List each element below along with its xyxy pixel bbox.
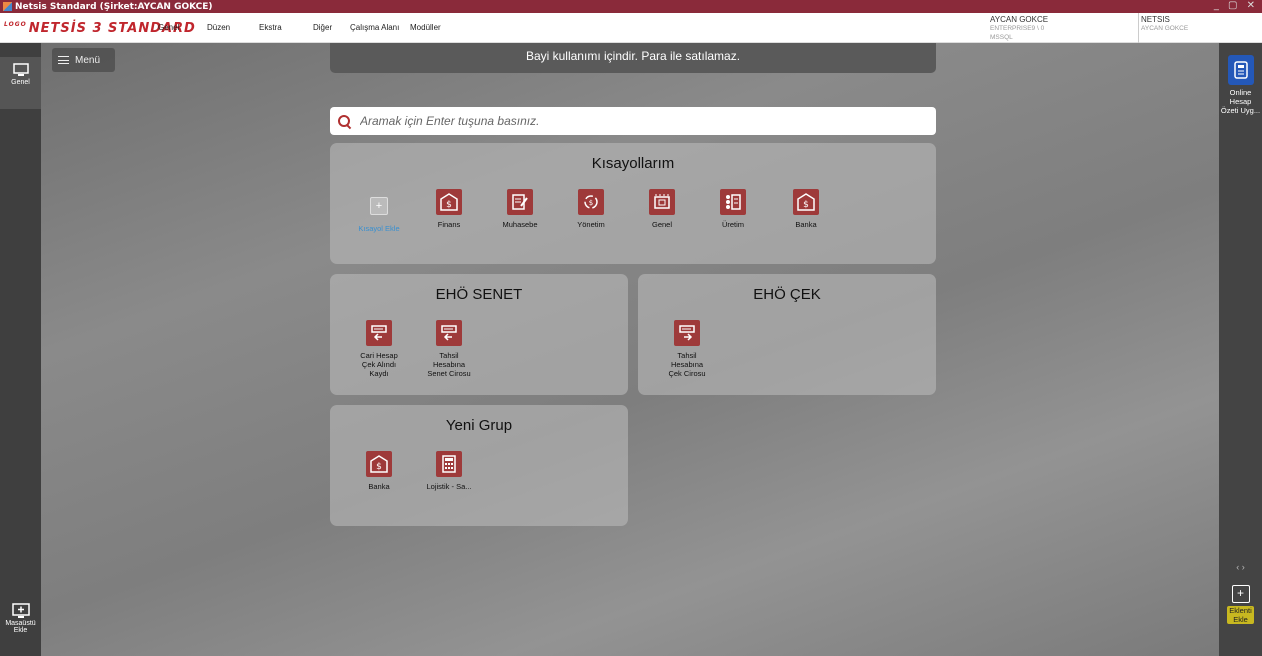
general-icon <box>649 189 675 215</box>
tile-banka-2[interactable]: $ Banka <box>349 451 409 491</box>
panel-cek-title: EHÖ ÇEK <box>753 286 821 303</box>
svg-text:$: $ <box>803 200 809 210</box>
window-title: Netsis Standard (Şirket:AYCAN GOKCE) <box>15 1 213 12</box>
dock-masaustu-label-2: Ekle <box>13 627 28 634</box>
accounting-icon <box>507 189 533 215</box>
main-workspace: Menü Bayi kullanımı içindir. Para ile sa… <box>41 43 1219 656</box>
database-name: ENTERPRISE9 \ 0 <box>990 25 1045 32</box>
dock-masaustu-ekle[interactable]: Masaüstü Ekle <box>0 603 41 653</box>
svg-text:$: $ <box>446 200 452 210</box>
cheque-icon <box>674 320 700 346</box>
menu-calisma-alani[interactable]: Çalışma Alanı <box>350 23 399 32</box>
tile-banka[interactable]: $ Banka <box>776 189 836 229</box>
search-input[interactable] <box>360 114 920 128</box>
title-bar: Netsis Standard (Şirket:AYCAN GOKCE) _ ▢… <box>0 0 1262 13</box>
management-icon: $ <box>578 189 604 215</box>
online-account-icon <box>1227 55 1254 85</box>
plus-icon: + <box>370 197 388 215</box>
license-banner: Bayi kullanımı içindir. Para ile satılam… <box>330 43 936 73</box>
menu-duzen[interactable]: Düzen <box>207 23 230 32</box>
right-dock: Online Hesap Özeti Uyg... ‹ › + Eklenti … <box>1219 43 1262 656</box>
bank-icon: $ <box>366 451 392 477</box>
menu-bar: LOGO NETSİS 3 STANDARD Genel Düzen Ekstra… <box>0 13 1262 43</box>
tile-lojistik[interactable]: Lojistik - Sa... <box>419 451 479 491</box>
panel-yeni-grup-title: Yeni Grup <box>445 417 513 434</box>
tile-genel[interactable]: Genel <box>632 189 692 229</box>
tile-tahsil-senet-cirosu[interactable]: Tahsil Hesabına Senet Cirosu <box>419 320 479 378</box>
panel-kisayollar: Kısayollarım + Kısayol Ekle $ Finans Muh… <box>330 143 936 264</box>
dock-eklenti-ekle[interactable]: + Eklenti Ekle <box>1219 585 1262 624</box>
search-icon <box>338 114 351 128</box>
menu-genel[interactable]: Genel <box>158 23 179 32</box>
dock-nav-arrows[interactable]: ‹ › <box>1219 563 1262 572</box>
user-info: AYCAN GOKCE ENTERPRISE9 \ 0 MSSQL <box>990 15 1048 42</box>
left-dock: Genel Masaüstü Ekle <box>0 43 41 656</box>
dock-online-hesap[interactable]: Online Hesap Özeti Uyg... <box>1219 55 1262 115</box>
server-type: MSSQL <box>990 34 1013 41</box>
search-bar[interactable] <box>330 107 936 135</box>
app-user: AYCAN GOKCE <box>1141 25 1189 32</box>
production-icon <box>720 189 746 215</box>
plus-icon: + <box>1231 585 1250 603</box>
panel-ehö-senet: EHÖ SENET Cari Hesap Çek Alındı Kaydı Ta… <box>330 274 628 395</box>
menu-button-label: Menü <box>75 54 101 66</box>
panel-senet-title: EHÖ SENET <box>435 286 523 303</box>
monitor-icon <box>12 63 29 76</box>
finance-icon: $ <box>436 189 462 215</box>
tile-muhasebe[interactable]: Muhasebe <box>490 189 550 229</box>
dock-genel-label: Genel <box>11 79 30 86</box>
add-desktop-icon <box>11 603 30 618</box>
tile-kisayol-ekle[interactable]: + Kısayol Ekle <box>349 193 409 233</box>
app-name: NETSIS <box>1141 15 1170 24</box>
window-controls[interactable]: _ ▢ ✕ <box>1214 0 1258 11</box>
menu-moduller[interactable]: Modüller <box>410 23 441 32</box>
menu-ekstra[interactable]: Ekstra <box>259 23 282 32</box>
svg-text:$: $ <box>376 462 382 472</box>
panel-kisayollar-title: Kısayollarım <box>591 155 675 172</box>
promissory-note-icon <box>436 320 462 346</box>
promissory-note-icon <box>366 320 392 346</box>
calculator-icon <box>436 451 462 477</box>
dock-genel[interactable]: Genel <box>0 57 41 109</box>
dock-masaustu-label-1: Masaüstü <box>5 620 36 627</box>
user-name: AYCAN GOKCE <box>990 15 1049 24</box>
tile-finans[interactable]: $ Finans <box>419 189 479 229</box>
tile-tahsil-cek-cirosu[interactable]: Tahsil Hesabına Çek Cirosu <box>657 320 717 378</box>
panel-ehö-cek: EHÖ ÇEK Tahsil Hesabına Çek Cirosu <box>638 274 936 395</box>
hamburger-icon <box>58 56 69 64</box>
divider <box>1138 13 1139 43</box>
svg-text:$: $ <box>589 199 593 207</box>
app-icon <box>3 2 12 11</box>
tile-cari-hesap-cek-alindi[interactable]: Cari Hesap Çek Alındı Kaydı <box>349 320 409 378</box>
menu-button[interactable]: Menü <box>52 48 115 72</box>
tile-uretim[interactable]: Üretim <box>703 189 763 229</box>
tile-yonetim[interactable]: $ Yönetim <box>561 189 621 229</box>
menu-diger[interactable]: Diğer <box>313 23 332 32</box>
panel-yeni-grup: Yeni Grup $ Banka Lojistik - Sa... <box>330 405 628 526</box>
app-info: NETSIS AYCAN GOKCE <box>1141 15 1188 33</box>
bank-icon: $ <box>793 189 819 215</box>
